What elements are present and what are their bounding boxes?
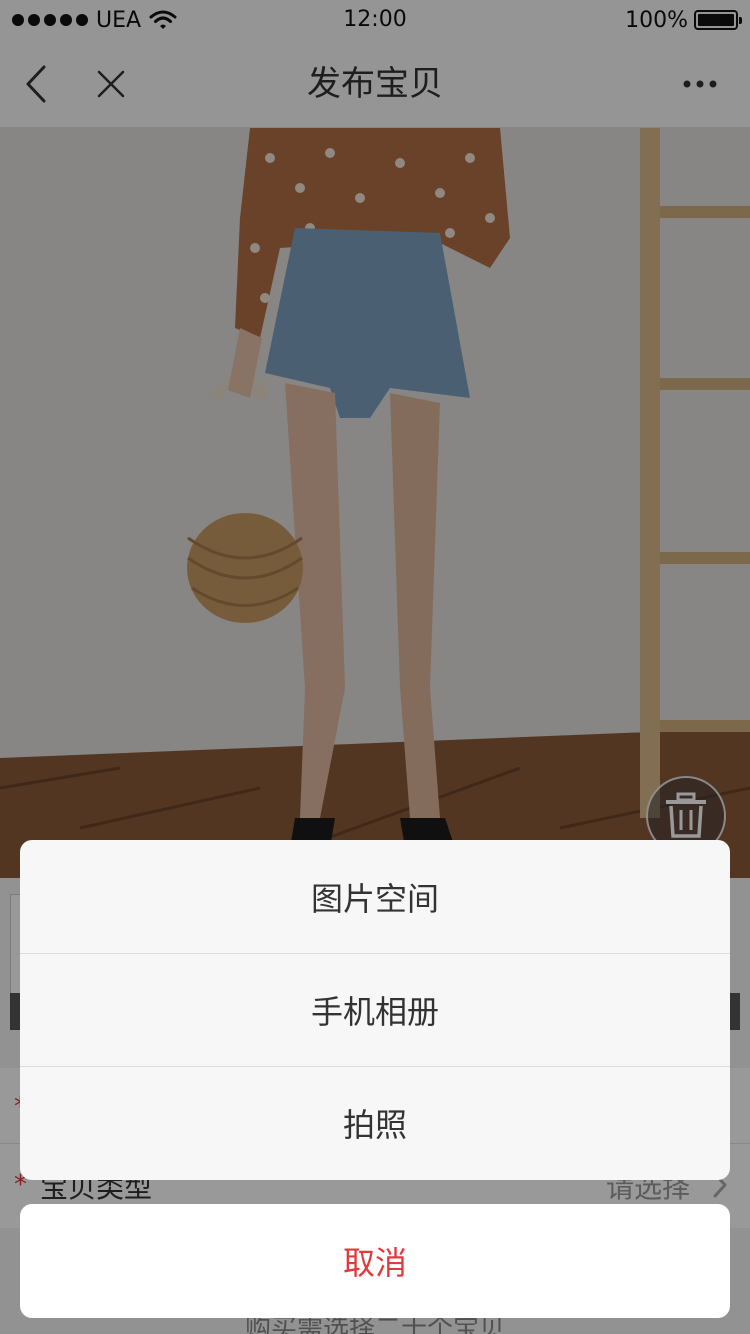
action-take-photo[interactable]: 拍照 — [20, 1066, 730, 1179]
cancel-button[interactable]: 取消 — [20, 1204, 730, 1318]
action-phone-album[interactable]: 手机相册 — [20, 953, 730, 1066]
action-photo-space[interactable]: 图片空间 — [20, 840, 730, 953]
action-sheet: 图片空间 手机相册 拍照 — [20, 840, 730, 1180]
